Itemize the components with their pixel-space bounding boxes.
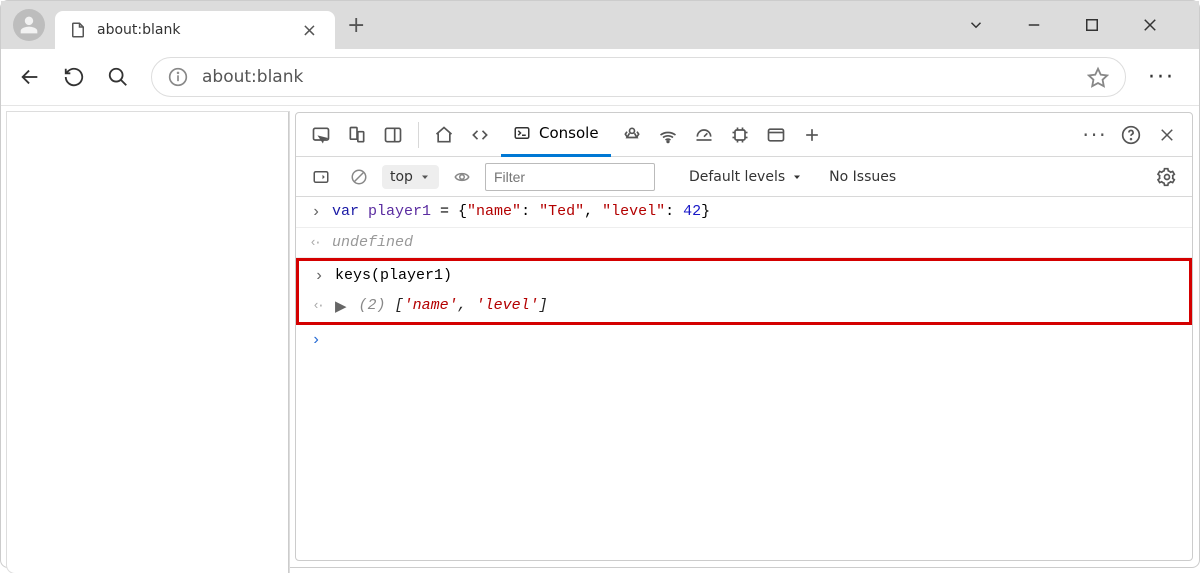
console-output-line: undefined	[296, 228, 1192, 258]
close-window-button[interactable]	[1141, 16, 1177, 34]
favorite-button[interactable]	[1087, 66, 1109, 88]
close-devtools-button[interactable]	[1152, 120, 1182, 150]
context-label: top	[390, 169, 413, 185]
device-toggle-icon[interactable]	[342, 120, 372, 150]
context-selector[interactable]: top	[382, 165, 439, 189]
console-prompt[interactable]	[296, 325, 1192, 355]
application-tab-icon[interactable]	[761, 120, 791, 150]
console-toolbar: top Default levels No Issues	[296, 157, 1192, 197]
filter-input[interactable]	[485, 163, 655, 191]
site-info-icon[interactable]	[168, 67, 188, 87]
console-tab[interactable]: Console	[501, 113, 611, 157]
input-prompt-icon	[311, 267, 327, 285]
highlighted-region: keys(player1) ▶ (2) ['name', 'level']	[296, 258, 1192, 325]
clear-console-icon[interactable]	[344, 162, 374, 192]
console-output: var player1 = {"name": "Ted", "level": 4…	[296, 197, 1192, 560]
refresh-button[interactable]	[63, 66, 91, 88]
window-controls	[967, 16, 1191, 34]
chevron-down-icon[interactable]	[967, 16, 1003, 34]
devtools-menu-button[interactable]: ···	[1080, 120, 1110, 150]
content-area: Console ···	[1, 105, 1199, 567]
memory-tab-icon[interactable]	[725, 120, 755, 150]
output-icon	[311, 297, 327, 314]
live-expression-icon[interactable]	[447, 162, 477, 192]
prompt-icon	[308, 331, 324, 349]
help-button[interactable]	[1116, 120, 1146, 150]
sources-tab-icon[interactable]	[617, 120, 647, 150]
elements-tab-icon[interactable]	[465, 120, 495, 150]
url-text: about:blank	[202, 67, 303, 87]
browser-tabstrip: about:blank × +	[1, 1, 1199, 49]
console-output-line[interactable]: ▶ (2) ['name', 'level']	[299, 291, 1189, 322]
log-levels-dropdown[interactable]: Default levels	[689, 169, 803, 185]
levels-label: Default levels	[689, 169, 785, 185]
browser-toolbar: about:blank ···	[1, 49, 1199, 105]
expand-triangle-icon[interactable]: ▶	[335, 297, 347, 316]
console-tab-label: Console	[539, 124, 599, 142]
console-icon	[513, 124, 531, 142]
new-tab-button[interactable]: +	[335, 13, 377, 38]
chevron-down-icon	[791, 171, 803, 183]
more-tabs-button[interactable]	[797, 120, 827, 150]
tab-title: about:blank	[97, 22, 180, 38]
dock-side-icon[interactable]	[378, 120, 408, 150]
toggle-sidebar-icon[interactable]	[306, 162, 336, 192]
console-input-line: var player1 = {"name": "Ted", "level": 4…	[296, 197, 1192, 228]
search-button[interactable]	[107, 66, 135, 88]
person-icon	[19, 15, 39, 35]
browser-tab[interactable]: about:blank ×	[55, 11, 335, 49]
star-icon	[1087, 66, 1109, 88]
network-tab-icon[interactable]	[653, 120, 683, 150]
devtools-tabbar: Console ···	[296, 113, 1192, 157]
console-input-line: keys(player1)	[299, 261, 1189, 291]
performance-tab-icon[interactable]	[689, 120, 719, 150]
chevron-down-icon	[419, 171, 431, 183]
back-button[interactable]	[19, 66, 47, 88]
inspect-element-icon[interactable]	[306, 120, 336, 150]
code-line: keys(player1)	[335, 267, 452, 284]
output-icon	[308, 234, 324, 251]
array-result: (2) ['name', 'level']	[359, 297, 548, 314]
console-settings-icon[interactable]	[1152, 162, 1182, 192]
address-bar[interactable]: about:blank	[151, 57, 1126, 97]
minimize-button[interactable]	[1025, 16, 1061, 34]
issues-label[interactable]: No Issues	[829, 169, 896, 185]
page-viewport	[7, 112, 289, 573]
welcome-tab-icon[interactable]	[429, 120, 459, 150]
maximize-button[interactable]	[1083, 16, 1119, 34]
page-icon	[69, 21, 87, 39]
undefined-result: undefined	[332, 234, 413, 251]
code-line: var player1 = {"name": "Ted", "level": 4…	[332, 203, 710, 220]
browser-menu-button[interactable]: ···	[1142, 65, 1181, 90]
close-tab-button[interactable]: ×	[294, 20, 325, 41]
devtools-panel: Console ···	[295, 112, 1193, 561]
profile-avatar[interactable]	[13, 9, 45, 41]
input-prompt-icon	[308, 203, 324, 221]
separator	[418, 122, 419, 148]
